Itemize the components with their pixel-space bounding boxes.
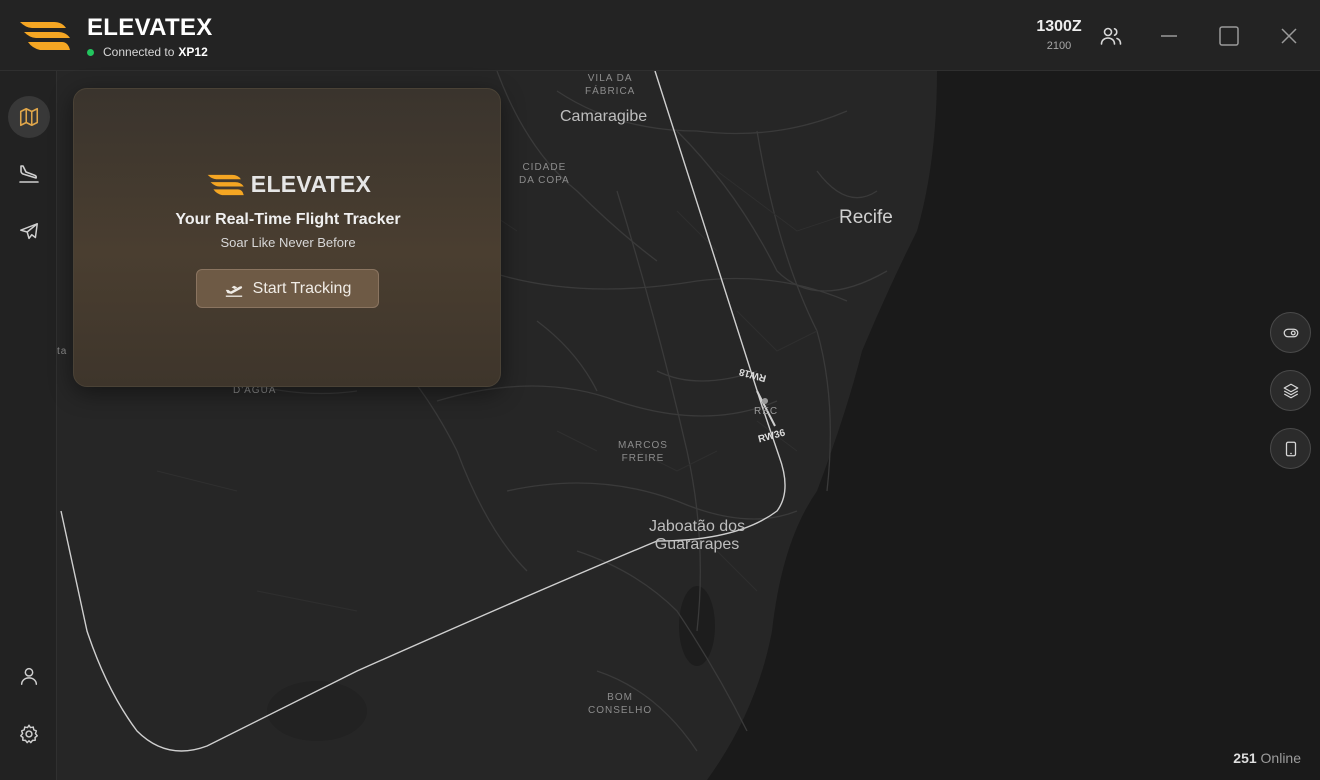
device-button[interactable] [1270, 428, 1311, 469]
close-icon[interactable] [1277, 24, 1301, 48]
tablet-icon [1285, 441, 1296, 456]
online-number: 251 [1233, 750, 1257, 766]
title-bar: ELEVATEX Connected to XP12 1300Z 2100 [0, 0, 1320, 71]
landing-icon [19, 165, 39, 183]
layers-button[interactable] [1270, 370, 1311, 411]
eye-toggle-icon [1283, 328, 1298, 337]
start-tracking-label: Start Tracking [252, 279, 352, 297]
connection-prefix: Connected to [103, 45, 175, 59]
online-count: 251 Online [1233, 750, 1301, 766]
card-brand-row: ELEVATEX [74, 171, 502, 198]
zulu-time: 1300Z [1036, 18, 1082, 35]
map-label-cidade-da-copa: CIDADE DA COPA [519, 162, 570, 186]
user-icon [20, 667, 38, 685]
sidebar [0, 71, 57, 780]
map-label-camaragibe: Camaragibe [560, 108, 648, 125]
status-dot [87, 48, 94, 56]
connection-target: XP12 [178, 45, 208, 59]
sidebar-item-settings[interactable] [8, 713, 50, 755]
map-icon [19, 107, 39, 127]
map-label-jaboatao: Jaboatão dos Guararapes [649, 518, 746, 553]
elevatex-logo-icon [20, 22, 70, 50]
map-label-recife: Recife [839, 207, 893, 228]
online-label: Online [1260, 750, 1301, 766]
maximize-icon[interactable] [1217, 24, 1241, 48]
card-tagline: Your Real-Time Flight Tracker [175, 211, 401, 228]
sidebar-item-map[interactable] [8, 96, 50, 138]
clock: 1300Z 2100 [1020, 18, 1098, 52]
airport-label-rec: REC [754, 406, 779, 417]
map-label-bom-conselho: BOM CONSELHO [588, 692, 653, 716]
takeoff-icon [225, 285, 242, 297]
gear-icon [20, 724, 38, 744]
sidebar-item-profile[interactable] [8, 655, 50, 697]
airplane-icon [20, 223, 38, 240]
start-tracking-button[interactable]: Start Tracking [196, 269, 379, 308]
map-label-partial: ta [57, 346, 68, 357]
users-icon[interactable] [1099, 24, 1123, 48]
sidebar-item-arrivals[interactable] [8, 153, 50, 195]
app-title: ELEVATEX [87, 14, 213, 41]
map-label-marcos-freire: MARCOS FREIRE [618, 440, 668, 464]
local-time: 2100 [1046, 40, 1072, 52]
welcome-card: ELEVATEX Your Real-Time Flight Tracker S… [73, 88, 501, 387]
connection-status: Connected to XP12 [87, 45, 208, 59]
elevatex-logo-icon [207, 174, 244, 195]
card-subtitle: Soar Like Never Before [220, 235, 356, 250]
layers-icon [1283, 383, 1298, 398]
map-label-vila-da-fabrica: VILA DA FÁBRICA [585, 73, 636, 97]
minimize-icon[interactable] [1157, 24, 1181, 48]
card-brand: ELEVATEX [250, 171, 372, 197]
visibility-toggle-button[interactable] [1270, 312, 1311, 353]
sidebar-item-flights[interactable] [8, 211, 50, 253]
